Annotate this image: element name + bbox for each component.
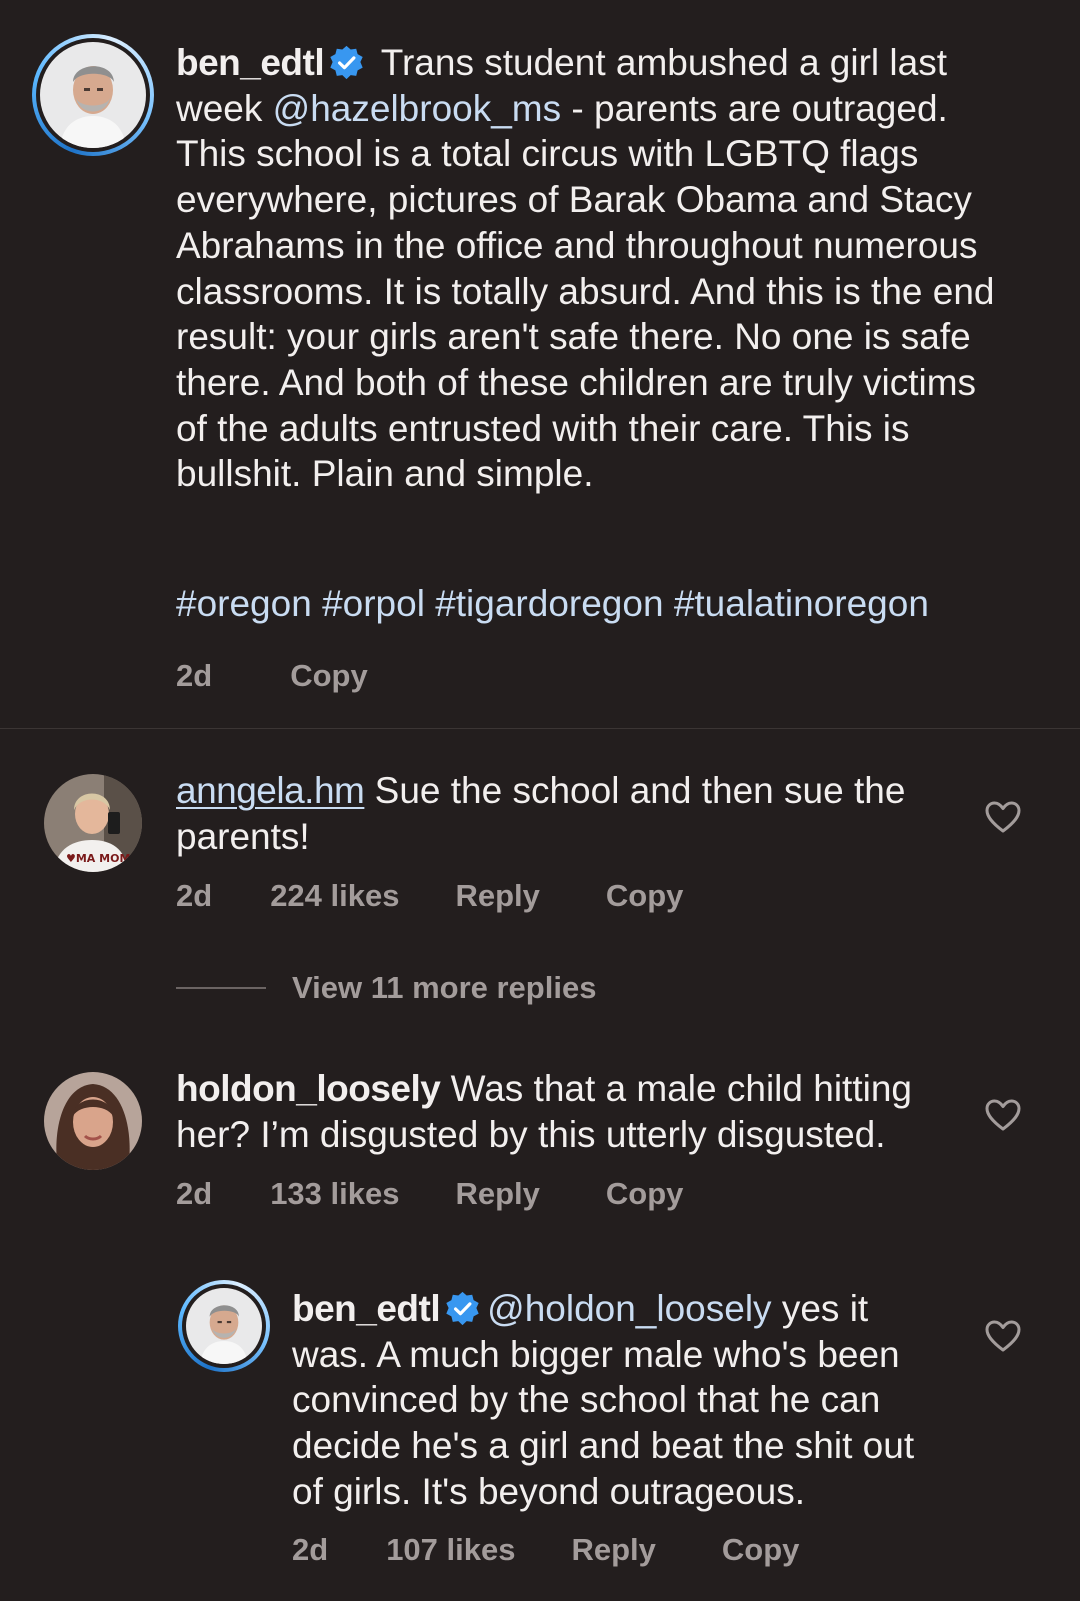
woman-portrait-icon	[44, 1072, 142, 1170]
reply-avatar[interactable]	[178, 1280, 270, 1372]
comments-screen: ben_edtl Trans student ambushed a girl l…	[0, 0, 1080, 1601]
comment-reply-button[interactable]: Reply	[455, 878, 539, 914]
caption-time: 2d	[176, 658, 213, 693]
view-more-replies-button[interactable]: View 11 more replies	[176, 970, 596, 1006]
caption-copy-button[interactable]: Copy	[290, 658, 368, 694]
caption-username[interactable]: ben_edtl	[176, 42, 325, 83]
woman-selfie-portrait-icon: ♥MA MOM	[44, 774, 142, 872]
comment-meta: 2d 224 likes Reply Copy	[176, 876, 683, 916]
reply-text: ben_edtl @holdon_loosely yes it was. A mu…	[292, 1288, 915, 1512]
reply-likes[interactable]: 107 likes	[386, 1532, 515, 1568]
caption-hashtags[interactable]: #oregon #orpol #tigardoregon #tualatinor…	[176, 581, 1036, 627]
svg-text:♥MA MOM: ♥MA MOM	[66, 852, 130, 865]
comment-copy-button[interactable]: Copy	[606, 878, 684, 914]
mention-link[interactable]: @holdon_loosely	[487, 1288, 771, 1329]
man-portrait-icon	[186, 1288, 262, 1364]
comment-text: anngela.hm Sue the school and then sue t…	[176, 770, 906, 857]
more-replies-line	[176, 987, 266, 989]
verified-badge-icon	[330, 45, 363, 80]
like-heart-icon[interactable]	[985, 801, 1021, 833]
reply-time: 2d	[292, 1532, 329, 1567]
comment-time: 2d	[176, 1176, 213, 1211]
comment-likes[interactable]: 224 likes	[270, 878, 399, 914]
comment-text: holdon_loosely Was that a male child hit…	[176, 1068, 912, 1155]
like-heart-icon[interactable]	[985, 1099, 1021, 1131]
mention-link[interactable]: @hazelbrook_ms	[273, 88, 561, 129]
verified-badge-icon	[446, 1291, 479, 1326]
holdon-avatar[interactable]	[44, 1072, 142, 1170]
reply-copy-button[interactable]: Copy	[722, 1532, 800, 1568]
comment-copy-button[interactable]: Copy	[606, 1176, 684, 1212]
comment-time: 2d	[176, 878, 213, 913]
reply-meta: 2d 107 likes Reply Copy	[292, 1530, 799, 1570]
caption-text: ben_edtl Trans student ambushed a girl l…	[176, 42, 995, 495]
comment-username[interactable]: holdon_loosely	[176, 1068, 441, 1109]
caption-avatar[interactable]	[32, 34, 154, 156]
comment-likes[interactable]: 133 likes	[270, 1176, 399, 1212]
like-heart-icon[interactable]	[985, 1320, 1021, 1352]
caption-divider	[0, 728, 1080, 729]
reply-reply-button[interactable]: Reply	[571, 1532, 655, 1568]
man-portrait-icon	[40, 42, 146, 148]
comment-username[interactable]: anngela.hm	[176, 770, 365, 811]
comment-meta: 2d 133 likes Reply Copy	[176, 1174, 683, 1214]
reply-username[interactable]: ben_edtl	[292, 1288, 441, 1329]
comment-reply-button[interactable]: Reply	[455, 1176, 539, 1212]
anngela-avatar[interactable]: ♥MA MOM	[44, 774, 142, 872]
caption-meta: 2d Copy	[176, 656, 368, 696]
